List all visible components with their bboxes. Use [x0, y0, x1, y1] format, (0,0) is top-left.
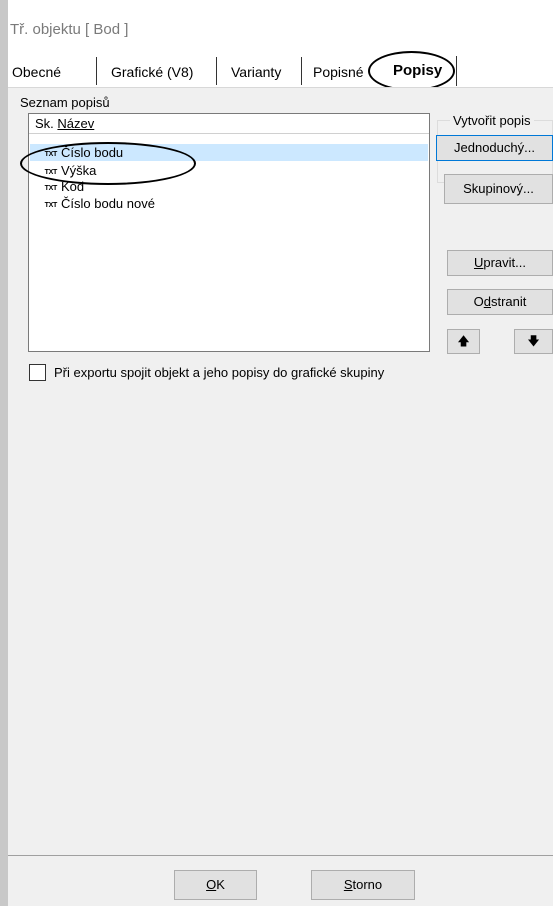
arrow-down-icon: 🡇	[527, 334, 540, 348]
window-title: Tř. objektu [ Bod ]	[10, 21, 129, 38]
row-highlight-ellipse	[20, 142, 196, 185]
tab-separator	[216, 57, 217, 85]
tab-variants[interactable]: Varianty	[231, 59, 281, 85]
cancel-mnemonic: S	[343, 877, 353, 892]
tab-separator	[456, 56, 457, 86]
tab-separator	[96, 57, 97, 85]
edit-mnemonic: U	[473, 255, 484, 270]
delete-label-start: O	[473, 294, 484, 309]
tab-highlight-ellipse	[368, 51, 455, 91]
list-item[interactable]: TXT Číslo bodu nové	[35, 195, 155, 212]
delete-label-end: stranit	[490, 294, 527, 309]
cancel-button[interactable]: Storno	[311, 870, 415, 900]
tab-separator	[301, 57, 302, 85]
tab-general[interactable]: Obecné	[12, 59, 61, 85]
move-up-button[interactable]: 🡅	[447, 329, 480, 354]
window-left-edge	[0, 0, 8, 906]
edit-button[interactable]: Upravit...	[447, 250, 553, 276]
create-label-legend: Vytvořit popis	[450, 113, 534, 128]
ok-mnemonic: O	[206, 877, 217, 892]
export-group-checkbox[interactable]	[29, 364, 46, 381]
ok-label: K	[216, 877, 225, 892]
text-label-icon: TXT	[44, 202, 58, 209]
export-group-checkbox-label[interactable]: Při exportu spojit objekt a jeho popisy …	[54, 365, 384, 380]
simple-label-button[interactable]: Jednoduchý...	[436, 135, 553, 161]
arrow-up-icon: 🡅	[457, 334, 470, 348]
list-item-name: Číslo bodu nové	[61, 196, 155, 211]
cancel-label: torno	[352, 877, 383, 892]
move-down-button[interactable]: 🡇	[514, 329, 553, 354]
group-label-button[interactable]: Skupinový...	[444, 174, 553, 204]
tab-descriptive[interactable]: Popisné	[313, 59, 364, 85]
ok-button[interactable]: OK	[174, 870, 257, 900]
dialog-footer	[8, 856, 553, 906]
header-name-column: Název	[57, 116, 95, 131]
list-header[interactable]: Sk. Název	[29, 114, 429, 134]
delete-button[interactable]: Odstranit	[447, 289, 553, 315]
delete-mnemonic: d	[483, 294, 491, 309]
labels-list-caption: Seznam popisů	[20, 95, 110, 110]
tab-strip: Obecné Grafické (V8) Varianty Popisné Po…	[8, 55, 553, 87]
header-group-column: Sk.	[35, 116, 54, 131]
tab-graphic[interactable]: Grafické (V8)	[111, 59, 193, 85]
edit-label: pravit...	[483, 255, 526, 270]
